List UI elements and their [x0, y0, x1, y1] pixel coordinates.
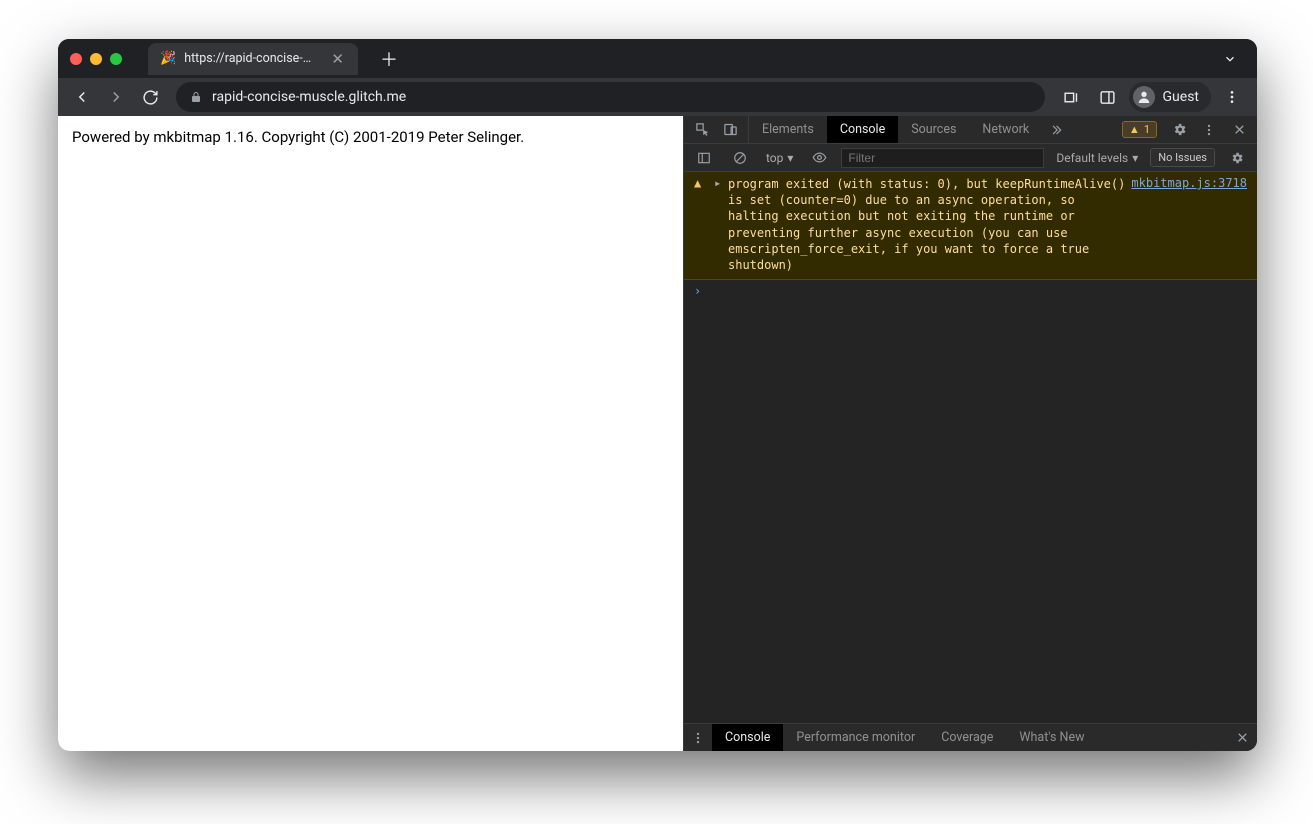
- browser-tab[interactable]: 🎉 https://rapid-concise-muscle.g ✕: [148, 43, 358, 75]
- profile-button[interactable]: Guest: [1129, 82, 1211, 112]
- console-filter-input[interactable]: [841, 148, 1044, 168]
- issues-button[interactable]: No Issues: [1150, 148, 1215, 167]
- log-source-link[interactable]: mkbitmap.js:3718: [1131, 176, 1247, 190]
- console-prompt[interactable]: ›: [684, 280, 1257, 302]
- toggle-sidebar-icon[interactable]: [690, 151, 718, 165]
- forward-button[interactable]: [102, 83, 130, 111]
- device-toggle-icon[interactable]: [716, 122, 744, 137]
- inspect-element-icon[interactable]: [688, 122, 716, 137]
- warning-icon: ▲: [1129, 123, 1140, 136]
- content-area: Powered by mkbitmap 1.16. Copyright (C) …: [58, 116, 1257, 751]
- browser-window: 🎉 https://rapid-concise-muscle.g ✕ ＋ rap…: [58, 39, 1257, 751]
- close-window-button[interactable]: [70, 53, 82, 65]
- warnings-count-badge[interactable]: ▲ 1: [1122, 121, 1157, 138]
- devtools-tabbar: Elements Console Sources Network ▲ 1: [684, 116, 1257, 144]
- tabs-overflow-button[interactable]: [1215, 52, 1245, 66]
- lock-icon: [190, 91, 202, 103]
- devtools-settings-icon[interactable]: [1165, 122, 1193, 137]
- devtools-panel: Elements Console Sources Network ▲ 1: [683, 116, 1257, 751]
- console-output[interactable]: ▲ ▸ program exited (with status: 0), but…: [684, 172, 1257, 723]
- tab-network[interactable]: Network: [969, 116, 1042, 143]
- profile-label: Guest: [1163, 89, 1199, 105]
- live-expression-icon[interactable]: [805, 150, 833, 165]
- web-page[interactable]: Powered by mkbitmap 1.16. Copyright (C) …: [58, 116, 683, 751]
- log-message: program exited (with status: 0), but kee…: [728, 176, 1125, 273]
- drawer-tab-performance-monitor[interactable]: Performance monitor: [783, 724, 928, 751]
- console-filter-bar: top ▾ Default levels ▾ No Issues: [684, 144, 1257, 172]
- log-levels-select[interactable]: Default levels ▾: [1052, 151, 1142, 165]
- devtools-menu-icon[interactable]: [1195, 123, 1223, 137]
- console-log-warning[interactable]: ▲ ▸ program exited (with status: 0), but…: [684, 172, 1257, 280]
- avatar-icon: [1133, 86, 1155, 108]
- context-label: top: [766, 151, 783, 165]
- titlebar: 🎉 https://rapid-concise-muscle.g ✕ ＋: [58, 39, 1257, 78]
- drawer-tab-console[interactable]: Console: [712, 724, 783, 751]
- expand-caret-icon[interactable]: ▸: [714, 176, 722, 273]
- console-settings-icon[interactable]: [1223, 151, 1251, 165]
- execution-context-select[interactable]: top ▾: [762, 151, 797, 165]
- browser-toolbar: rapid-concise-muscle.glitch.me Guest: [58, 78, 1257, 116]
- tab-console[interactable]: Console: [827, 116, 898, 143]
- new-tab-button[interactable]: ＋: [380, 46, 398, 72]
- close-devtools-button[interactable]: [1225, 123, 1253, 136]
- prompt-caret-icon: ›: [694, 284, 701, 298]
- window-controls: [70, 53, 122, 65]
- close-drawer-button[interactable]: [1227, 724, 1257, 751]
- minimize-window-button[interactable]: [90, 53, 102, 65]
- page-body-text: Powered by mkbitmap 1.16. Copyright (C) …: [72, 128, 669, 146]
- tab-title: https://rapid-concise-muscle.g: [184, 51, 321, 66]
- side-panel-icon[interactable]: [1093, 82, 1123, 112]
- drawer-tab-whats-new[interactable]: What's New: [1006, 724, 1097, 751]
- warnings-count: 1: [1144, 123, 1150, 136]
- tab-elements[interactable]: Elements: [749, 116, 827, 143]
- reload-button[interactable]: [136, 83, 164, 111]
- drawer-menu-icon[interactable]: [684, 724, 712, 751]
- tab-favicon-icon: 🎉: [160, 51, 176, 66]
- chevron-down-icon: ▾: [787, 151, 793, 165]
- devtools-drawer-tabbar: Console Performance monitor Coverage Wha…: [684, 723, 1257, 751]
- back-button[interactable]: [68, 83, 96, 111]
- clear-console-icon[interactable]: [726, 151, 754, 165]
- tabs-overflow-icon[interactable]: [1042, 116, 1070, 143]
- address-bar[interactable]: rapid-concise-muscle.glitch.me: [176, 82, 1045, 112]
- maximize-window-button[interactable]: [110, 53, 122, 65]
- tab-sources[interactable]: Sources: [898, 116, 969, 143]
- chevron-down-icon: ▾: [1132, 151, 1138, 165]
- levels-label: Default levels: [1056, 151, 1128, 165]
- url-text: rapid-concise-muscle.glitch.me: [212, 89, 406, 105]
- browser-menu-button[interactable]: [1217, 82, 1247, 112]
- media-control-icon[interactable]: [1057, 82, 1087, 112]
- close-tab-button[interactable]: ✕: [329, 50, 346, 68]
- drawer-tab-coverage[interactable]: Coverage: [928, 724, 1006, 751]
- warning-icon: ▲: [694, 176, 708, 273]
